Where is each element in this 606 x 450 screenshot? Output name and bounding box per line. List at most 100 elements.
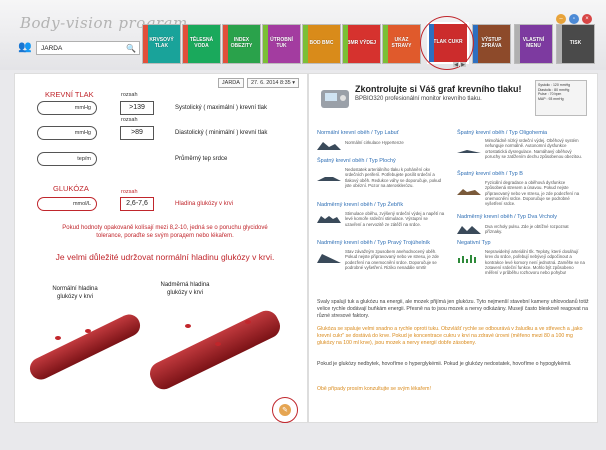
tile-label: ÚTROBNÍ TUK [270, 37, 293, 49]
curve-desc: Normální cirkulace Hypertenze [345, 140, 404, 145]
curve-title: Nadměrný krevní oběh / Typ Pravý Trojúhe… [317, 240, 431, 246]
curve-title: Špatný krevní oběh / Typ Oligohemia [457, 130, 548, 136]
tile-stripe [515, 25, 520, 63]
tile-telesna-voda[interactable]: TĚLESNÁ VODA [182, 24, 221, 64]
normal-glucose-label: Normální hladina glukózy v krvi [52, 286, 98, 300]
pulse-label: Průměrný tep srdce [175, 156, 228, 162]
glucose-input[interactable]: mmol/L [37, 197, 97, 211]
tile-utrobni-tuk[interactable]: ÚTROBNÍ TUK [262, 24, 301, 64]
curve-swan-icon [317, 142, 341, 150]
display-line: MAP : 93 mmHg [538, 96, 564, 101]
info-paragraph-highlight: Glukóza se spaluje velmi snadno a rychle… [317, 326, 583, 347]
window-controls: – ▫ × [556, 14, 592, 24]
tile-vystup-zprava[interactable]: VÝSTUP ZPRÁVA [472, 24, 511, 64]
date-value[interactable]: 27. 6. 2014 8:35 ▾ [246, 78, 299, 88]
date-user[interactable]: JARDA [217, 78, 244, 88]
systolic-range: >139 [120, 101, 154, 115]
diastolic-range: >89 [120, 126, 154, 140]
blood-cell [85, 329, 91, 333]
unit-label: mmHg [74, 105, 91, 111]
rozsah-label: rozsah [121, 117, 138, 123]
tile-label: KRVSOVÝ TLAK [149, 37, 174, 49]
monitor-display: Systolic : 120 mmHg Diastolic : 80 mmHg … [535, 80, 587, 116]
ad-title: Zkontrolujte si Váš graf krevního tlaku! [355, 84, 522, 94]
unit-label: tep/m [77, 156, 91, 162]
curve-oligohemia-icon [457, 150, 481, 153]
curve-title: Nadměrný krevní oběh / Typ Žebřík [317, 202, 404, 208]
tile-label: VLASTNÍ MENU [522, 37, 545, 49]
tile-stripe [383, 25, 388, 63]
curve-desc: Dva vrcholy pulsu. Zde je obtížné rozpoz… [485, 224, 569, 235]
user-name: JARDA [41, 45, 63, 52]
blood-cell [215, 342, 221, 346]
chevron-right-icon[interactable]: ▶ [460, 62, 466, 68]
tile-bod-bmc[interactable]: BOD BMC [302, 24, 341, 64]
curve-title: Špatný krevní oběh / Typ B [457, 171, 523, 177]
tile-stripe [263, 25, 268, 63]
tile-stripe [223, 25, 228, 63]
curve-title: Normální krevní oběh / Typ Labuť [317, 130, 399, 136]
tile-ukaz-stravy[interactable]: UKAZ STRAVY [382, 24, 421, 64]
diastolic-label: Diastolický ( minimální ) krevní tlak [175, 130, 268, 136]
rozsah-label: rozsah [121, 92, 138, 98]
tile-label: TĚLESNÁ VODA [189, 37, 214, 49]
info-paragraph: Pokud je glukózy nedbytek, hovoříme o hy… [317, 361, 572, 367]
doctor-advice: Obě případy prosím konzultujte se svým l… [317, 386, 431, 392]
minimize-icon[interactable]: – [556, 14, 566, 24]
curve-desc: Mimořádně nízký srdeční výdej. Oběhový s… [485, 138, 582, 160]
curve-desc: Nepravidelný arteriální tlk. Teploty, kt… [485, 249, 585, 276]
curve-triangle-icon [317, 254, 341, 263]
tile-label: TISK [569, 40, 582, 47]
curve-title: Negativní Typ [457, 240, 491, 246]
tile-stripe [557, 25, 562, 63]
tile-krevni-tlak[interactable]: KRVSOVÝ TLAK [142, 24, 181, 64]
user-search-input[interactable]: JARDA 🔍 [36, 41, 140, 55]
tile-tisk[interactable]: TISK [556, 24, 595, 64]
curve-desc: Nedostatek arteriálního tlaku k pohánění… [345, 167, 442, 189]
chevron-left-icon[interactable]: ◀ [453, 62, 459, 68]
unit-label: mmHg [74, 130, 91, 136]
ad-subtitle: BPBIO320 profesionální monitor krevního … [355, 96, 482, 102]
diastolic-input[interactable]: mmHg [37, 126, 97, 140]
close-icon[interactable]: × [582, 14, 592, 24]
curve-desc: Fyzicální degradace a oběhová dysfunkce … [485, 180, 580, 207]
tile-label: BOD BMC [309, 40, 334, 47]
glucose-note: Pokud hodnoty opakovaně kolísají mezi 8,… [62, 225, 268, 240]
curve-two-peaks-icon [457, 226, 481, 234]
systolic-input[interactable]: mmHg [37, 101, 97, 115]
measurement-panel: JARDA 27. 6. 2014 8:35 ▾ KREVNÍ TLAK roz… [14, 73, 308, 423]
curve-title: Nadměrný krevní oběh / Typ Dva Vrcholy [457, 214, 557, 220]
tile-label: BMR VÝDEJ [346, 40, 377, 47]
search-icon[interactable]: 🔍 [126, 44, 136, 53]
normal-vessel-image [26, 310, 144, 384]
tile-index-obezity[interactable]: INDEX OBEZITY [222, 24, 261, 64]
tile-stripe [303, 25, 308, 63]
pulse-input[interactable]: tep/m [37, 152, 97, 166]
curve-negative-icon [458, 255, 476, 263]
blood-cell [245, 320, 251, 324]
curve-desc: Stav závažným zpusobem anehodnocený oběh… [345, 249, 439, 271]
curve-b-icon [457, 189, 481, 195]
tile-stripe [343, 25, 348, 63]
high-glucose-label: Nadměrná hladina glukózy v krvi [160, 282, 210, 296]
high-vessel-image [145, 306, 285, 394]
tile-label: UKAZ STRAVY [391, 37, 412, 49]
tile-vlastni-menu[interactable]: VLASTNÍ MENU [514, 24, 553, 64]
users-icon: 👥 [18, 41, 32, 53]
help-icon-highlight [272, 397, 298, 423]
blood-cell [185, 324, 191, 328]
tile-label: VÝSTUP ZPRÁVA [481, 37, 502, 49]
info-paragraph: Svaly spalují tuk a glukózu na energii, … [317, 299, 589, 320]
date-value-text: 27. 6. 2014 8:35 [250, 80, 291, 86]
maximize-icon[interactable]: ▫ [569, 14, 579, 24]
glucose-title: GLUKÓZA [53, 184, 89, 193]
curve-title: Špatný krevní oběh / Typ Plochý [317, 158, 396, 164]
glucose-range: 2,6-7,6 [120, 197, 154, 211]
tile-bmr-vydej[interactable]: BMR VÝDEJ [342, 24, 381, 64]
tile-label: INDEX OBEZITY [230, 37, 253, 49]
systolic-label: Systolický ( maximální ) krevní tlak [175, 105, 268, 111]
important-message: Je velmi důležité udržovat normální hlad… [55, 252, 275, 262]
tile-stripe [183, 25, 188, 63]
glucose-label: Hladina glukózy v krvi [175, 201, 234, 207]
bp-title: KREVNÍ TLAK [45, 90, 94, 99]
